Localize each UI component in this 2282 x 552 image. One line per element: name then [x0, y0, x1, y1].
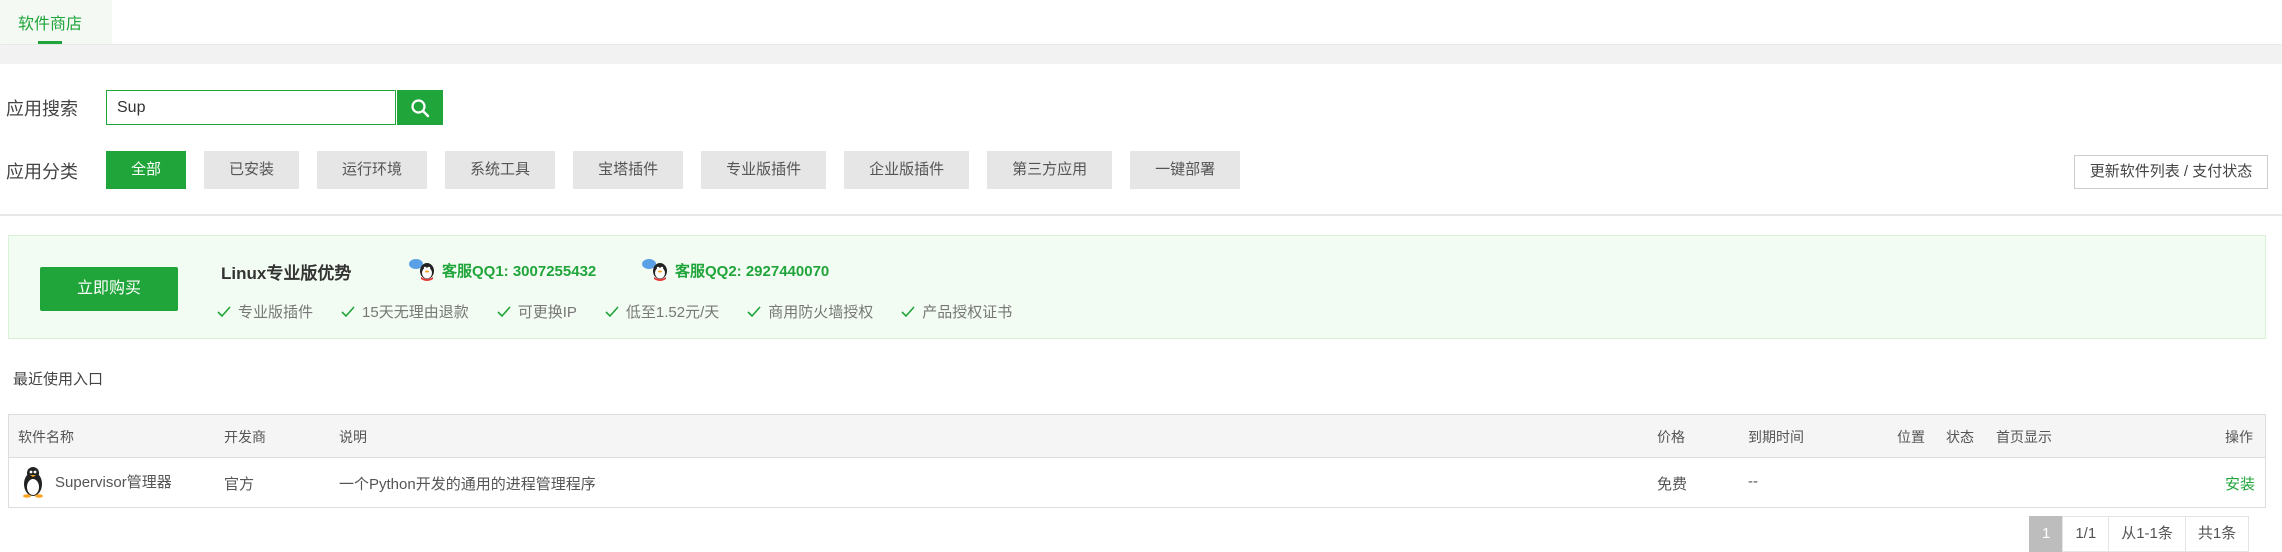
search-label: 应用搜索 [6, 99, 78, 119]
promo-feature-list: 专业版插件 15天无理由退款 可更换IP 低至1.52元/天 商用防火墙授权 产… [217, 301, 1012, 322]
tab-software-store-label: 软件商店 [18, 16, 83, 33]
feature-item: 商用防火墙授权 [747, 301, 873, 322]
software-expiry: -- [1748, 473, 1758, 490]
check-icon [497, 305, 511, 317]
page-range: 从1-1条 [2108, 516, 2186, 552]
linux-tux-icon [23, 467, 43, 498]
header-expiry: 到期时间 [1748, 429, 1804, 445]
category-runtime[interactable]: 运行环境 [317, 151, 428, 189]
qq2-text: 客服QQ2: 2927440070 [675, 262, 830, 280]
header-homepage: 首页显示 [1996, 429, 2052, 445]
page-current[interactable]: 1 [2029, 516, 2064, 552]
qq1-text: 客服QQ1: 3007255432 [442, 262, 597, 280]
software-developer: 官方 [224, 476, 255, 493]
check-icon [341, 305, 355, 317]
category-all[interactable]: 全部 [106, 151, 187, 189]
category-enterprise-plugins[interactable]: 企业版插件 [844, 151, 970, 189]
qq-icon [642, 259, 667, 281]
feature-item: 产品授权证书 [901, 301, 1012, 322]
category-installed[interactable]: 已安装 [204, 151, 300, 189]
qq2-contact[interactable]: 客服QQ2: 2927440070 [641, 257, 829, 283]
promo-title: Linux专业版优势 [221, 264, 352, 283]
feature-item: 低至1.52元/天 [605, 301, 719, 322]
category-label: 应用分类 [6, 162, 78, 182]
qq-icon [409, 259, 434, 281]
install-link[interactable]: 安装 [2225, 473, 2255, 494]
feature-label: 低至1.52元/天 [625, 304, 720, 321]
table-header: 软件名称 开发商 说明 价格 到期时间 位置 状态 首页显示 操作 [9, 415, 2265, 458]
header-status: 状态 [1946, 429, 1974, 445]
pro-promo-banner: 立即购买 Linux专业版优势 客服QQ1: 3007255432 客服QQ2:… [8, 235, 2266, 339]
feature-item: 专业版插件 [217, 301, 313, 322]
feature-item: 可更换IP [497, 301, 577, 322]
header-separator [0, 46, 2282, 64]
header-price: 价格 [1657, 429, 1685, 445]
header-developer: 开发商 [224, 429, 266, 445]
header-name: 软件名称 [18, 429, 74, 445]
search-input[interactable] [106, 90, 396, 125]
section-divider [0, 214, 2282, 216]
update-software-list-button[interactable]: 更新软件列表 / 支付状态 [2074, 155, 2268, 189]
feature-item: 15天无理由退款 [341, 301, 469, 322]
tab-active-indicator [38, 41, 62, 44]
tab-software-store[interactable]: 软件商店 [0, 0, 112, 44]
category-filter-bar: 全部 已安装 运行环境 系统工具 宝塔插件 专业版插件 企业版插件 第三方应用 … [106, 151, 1241, 189]
page-total: 共1条 [2184, 516, 2250, 552]
check-icon [747, 305, 761, 317]
category-pro-plugins[interactable]: 专业版插件 [701, 151, 827, 189]
search-icon [411, 98, 430, 117]
pagination: 1 1/1 从1-1条 共1条 [2029, 516, 2250, 552]
qq1-contact[interactable]: 客服QQ1: 3007255432 [408, 257, 596, 283]
feature-label: 专业版插件 [238, 304, 314, 321]
table-row: Supervisor管理器 官方 一个Python开发的通用的进程管理程序 免费… [9, 457, 2265, 507]
header-position: 位置 [1897, 429, 1925, 445]
feature-label: 商用防火墙授权 [768, 304, 874, 321]
software-name: Supervisor管理器 [55, 474, 172, 491]
category-third-party[interactable]: 第三方应用 [987, 151, 1113, 189]
search-button[interactable] [397, 90, 443, 125]
header-action: 操作 [2225, 429, 2253, 445]
software-table: 软件名称 开发商 说明 价格 到期时间 位置 状态 首页显示 操作 Superv… [8, 414, 2266, 508]
recent-entries-label: 最近使用入口 [13, 371, 104, 388]
check-icon [901, 305, 915, 317]
top-tab-bar: 软件商店 [0, 0, 2282, 45]
buy-now-button[interactable]: 立即购买 [40, 267, 178, 311]
software-price: 免费 [1657, 476, 1688, 493]
check-icon [605, 305, 619, 317]
check-icon [217, 305, 231, 317]
software-description: 一个Python开发的通用的进程管理程序 [339, 476, 596, 493]
feature-label: 15天无理由退款 [362, 304, 469, 321]
category-system-tools[interactable]: 系统工具 [445, 151, 556, 189]
category-one-click-deploy[interactable]: 一键部署 [1130, 151, 1241, 189]
header-description: 说明 [339, 429, 367, 445]
category-bt-plugins[interactable]: 宝塔插件 [573, 151, 684, 189]
page-count: 1/1 [2062, 516, 2110, 552]
feature-label: 可更换IP [517, 304, 577, 321]
feature-label: 产品授权证书 [922, 304, 1013, 321]
